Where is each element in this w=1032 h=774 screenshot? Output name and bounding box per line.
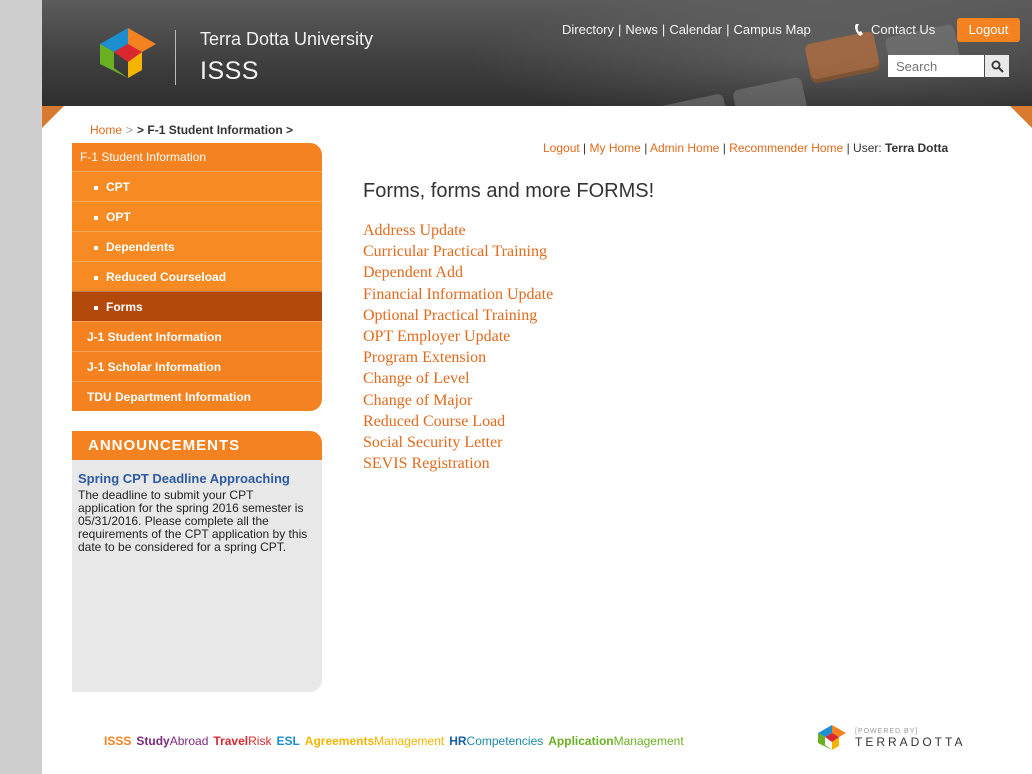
- bullet-icon: [94, 275, 98, 280]
- terradotta-logo-icon: [818, 725, 846, 750]
- footer-product-link[interactable]: StudyAbroad: [136, 734, 208, 748]
- university-logo[interactable]: [98, 26, 158, 82]
- footer-product-link[interactable]: TravelRisk: [213, 734, 271, 748]
- footer-product-link[interactable]: HRCompetencies: [449, 734, 543, 748]
- user-name: Terra Dotta: [885, 141, 949, 155]
- form-link-sevis-registration[interactable]: SEVIS Registration: [363, 453, 553, 474]
- sidebar-item-label: CPT: [106, 180, 130, 194]
- sidebar-item-dependents[interactable]: Dependents: [72, 231, 322, 261]
- sidebar-nav: F-1 Student Information CPT OPT Dependen…: [72, 143, 322, 411]
- footer-product-name-bold: ESL: [276, 734, 300, 748]
- userbar-admin-home-link[interactable]: Admin Home: [650, 141, 719, 155]
- form-link-opt-employer-update[interactable]: OPT Employer Update: [363, 326, 553, 347]
- footer-product-name-bold: ISSS: [104, 734, 132, 748]
- form-link-curricular-practical-training[interactable]: Curricular Practical Training: [363, 241, 553, 262]
- site-header: Terra Dotta University ISSS Directory | Ne…: [42, 0, 1032, 106]
- header-logout-button[interactable]: Logout: [957, 18, 1020, 42]
- form-link-dependent-add[interactable]: Dependent Add: [363, 262, 553, 283]
- sidebar-item-label: Dependents: [106, 240, 175, 254]
- header-corner-right: [1010, 106, 1032, 128]
- logo-divider: [175, 30, 176, 85]
- breadcrumb-home[interactable]: Home: [90, 123, 122, 137]
- breadcrumb: Home > > F-1 Student Information >: [90, 123, 294, 137]
- search-button[interactable]: [985, 55, 1009, 77]
- contact-us-label: Contact Us: [871, 22, 936, 37]
- search-icon: [991, 60, 1004, 73]
- footer-product-name-bold: Application: [548, 734, 614, 748]
- sidebar-item-forms[interactable]: Forms: [72, 291, 322, 321]
- form-link-social-security-letter[interactable]: Social Security Letter: [363, 432, 553, 453]
- footer-product-link[interactable]: ISSS: [104, 734, 131, 748]
- footer-product-name-light: Abroad: [169, 734, 209, 748]
- sidebar-item-label: Reduced Courseload: [106, 270, 227, 284]
- user-label: User:: [853, 141, 882, 155]
- sidebar-item-label: OPT: [106, 210, 131, 224]
- terradotta-wordmark: TERRADOTTA: [855, 734, 966, 749]
- form-link-program-extension[interactable]: Program Extension: [363, 347, 553, 368]
- nav-calendar[interactable]: Calendar: [669, 22, 722, 37]
- footer-product-name-light: Competencies: [466, 734, 544, 748]
- search-input[interactable]: [888, 55, 984, 77]
- bullet-icon: [94, 185, 98, 190]
- sidebar-item-j1-scholar[interactable]: J-1 Scholar Information: [72, 351, 322, 381]
- sidebar-item-j1-student[interactable]: J-1 Student Information: [72, 321, 322, 351]
- sidebar-section-f1[interactable]: F-1 Student Information: [72, 143, 322, 171]
- bullet-icon: [94, 215, 98, 220]
- university-name: Terra Dotta University: [200, 29, 374, 49]
- sidebar-item-reduced-courseload[interactable]: Reduced Courseload: [72, 261, 322, 291]
- footer-products: ISSS StudyAbroad TravelRisk ESL AgreementsMa…: [104, 734, 689, 748]
- sidebar-item-opt[interactable]: OPT: [72, 201, 322, 231]
- announcement-text: The deadline to submit your CPT applicat…: [78, 488, 308, 554]
- footer-product-name-light: Management: [374, 734, 445, 748]
- footer-product-name-bold: Study: [136, 734, 170, 748]
- form-link-reduced-course-load[interactable]: Reduced Course Load: [363, 411, 553, 432]
- bullet-icon: [94, 245, 98, 250]
- userbar-recommender-home-link[interactable]: Recommender Home: [729, 141, 843, 155]
- contact-us-link[interactable]: Contact Us: [854, 22, 935, 37]
- announcements-panel: Spring CPT Deadline Approaching The dead…: [72, 460, 322, 692]
- phone-icon: [855, 23, 863, 36]
- footer-product-name-light: Risk: [248, 734, 272, 748]
- form-link-change-of-major[interactable]: Change of Major: [363, 390, 553, 411]
- footer-product-name-bold: Agreements: [304, 734, 375, 748]
- sidebar-item-tdu-department[interactable]: TDU Department Information: [72, 381, 322, 411]
- userbar-logout-link[interactable]: Logout: [543, 141, 580, 155]
- footer-product-name-light: Management: [613, 734, 684, 748]
- department-name: ISSS: [200, 57, 259, 85]
- forms-list: Address Update Curricular Practical Trai…: [363, 220, 553, 474]
- powered-by-terradotta[interactable]: [POWERED BY] TERRADOTTA: [817, 724, 965, 752]
- user-bar: Logout | My Home | Admin Home | Recommen…: [543, 141, 949, 155]
- sidebar-item-cpt[interactable]: CPT: [72, 171, 322, 201]
- footer-product-link[interactable]: ESL: [276, 734, 299, 748]
- footer-product-name-bold: HR: [449, 734, 467, 748]
- form-link-optional-practical-training[interactable]: Optional Practical Training: [363, 305, 553, 326]
- sidebar-item-label: Forms: [106, 300, 143, 314]
- top-nav: Directory | News | Calendar | Campus Map: [562, 22, 811, 37]
- userbar-my-home-link[interactable]: My Home: [590, 141, 641, 155]
- form-link-address-update[interactable]: Address Update: [363, 220, 553, 241]
- breadcrumb-current: > F-1 Student Information >: [137, 123, 294, 137]
- form-link-change-of-level[interactable]: Change of Level: [363, 368, 553, 389]
- bullet-icon: [94, 305, 98, 310]
- powered-by-label: [POWERED BY]: [855, 727, 919, 735]
- footer-product-link[interactable]: ApplicationManagement: [548, 734, 683, 748]
- form-link-financial-information-update[interactable]: Financial Information Update: [363, 284, 553, 305]
- announcement-title[interactable]: Spring CPT Deadline Approaching: [78, 471, 316, 486]
- footer-product-name-bold: Travel: [213, 734, 249, 748]
- nav-directory[interactable]: Directory: [562, 22, 614, 37]
- footer-product-link[interactable]: AgreementsManagement: [305, 734, 444, 748]
- page-title: Forms, forms and more FORMS!: [363, 180, 655, 202]
- announcements-heading: ANNOUNCEMENTS: [72, 431, 322, 460]
- nav-news[interactable]: News: [625, 22, 658, 37]
- nav-campus-map[interactable]: Campus Map: [733, 22, 810, 37]
- header-corner-left: [42, 106, 64, 128]
